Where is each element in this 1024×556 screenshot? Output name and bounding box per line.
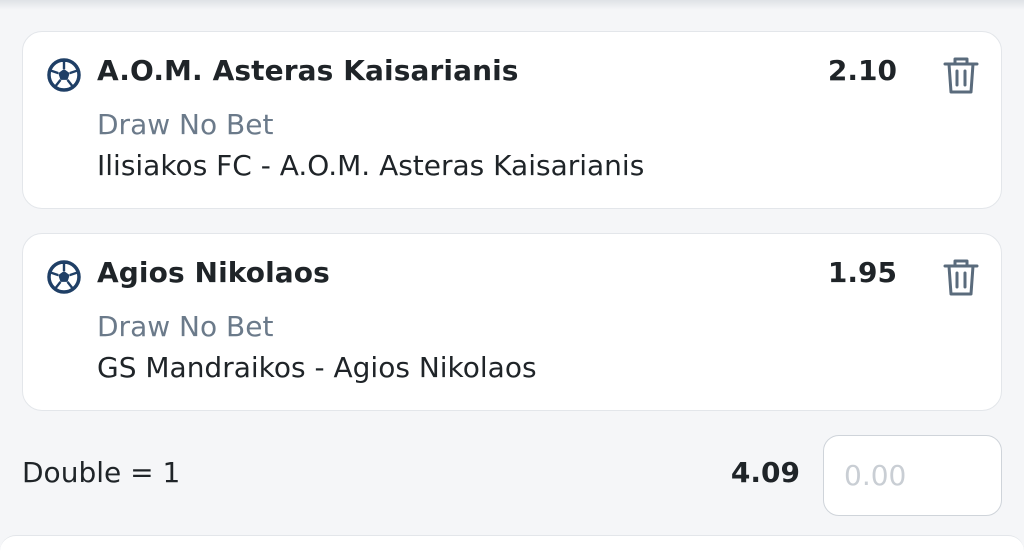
stake-input[interactable] xyxy=(823,435,1002,516)
soccer-ball-icon xyxy=(47,58,81,92)
trash-icon[interactable] xyxy=(941,256,981,298)
soccer-ball-icon xyxy=(47,260,81,294)
selection-odds: 1.95 xyxy=(827,256,897,289)
combo-label: Double = 1 xyxy=(22,456,181,489)
trash-icon[interactable] xyxy=(941,54,981,96)
market-name: Draw No Bet xyxy=(97,310,274,343)
event-name: GS Mandraikos - Agios Nikolaos xyxy=(97,351,537,384)
selection-name: A.O.M. Asteras Kaisarianis xyxy=(97,54,519,87)
market-name: Draw No Bet xyxy=(97,108,274,141)
bet-card: Agios Nikolaos 1.95 Draw No Bet GS Mandr… xyxy=(22,233,1002,411)
bottom-panel xyxy=(0,535,1024,556)
bet-card: A.O.M. Asteras Kaisarianis 2.10 Draw No … xyxy=(22,31,1002,209)
selection-odds: 2.10 xyxy=(827,54,897,87)
selection-name: Agios Nikolaos xyxy=(97,256,330,289)
combo-total-odds: 4.09 xyxy=(730,456,800,489)
event-name: Ilisiakos FC - A.O.M. Asteras Kaisariani… xyxy=(97,149,645,182)
top-shadow xyxy=(0,0,1024,10)
